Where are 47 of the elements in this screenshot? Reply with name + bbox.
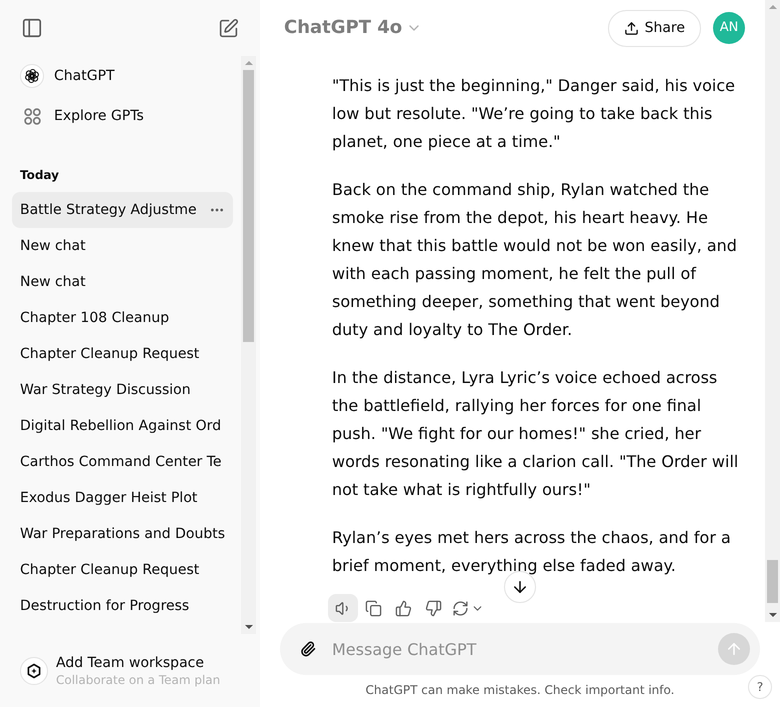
- scroll-down-arrow-icon[interactable]: [244, 625, 252, 629]
- scrollbar[interactable]: [241, 56, 256, 634]
- message-paragraph: In the distance, Lyra Lyric’s voice echoed across the battlefield, rallying her forces for one final push. "We fight for our homes!" she cried, her words resonating like a clarion call. "The Order will not take what is rightfully ours!": [332, 367, 740, 501]
- chat-history-item[interactable]: Carthos Command Center Te: [12, 444, 233, 480]
- help-button[interactable]: ?: [748, 675, 772, 699]
- team-workspace-title[interactable]: Add Team workspace: [56, 654, 220, 672]
- model-selector[interactable]: ChatGPT 4o: [284, 14, 422, 42]
- disclaimer-text: ChatGPT can make mistakes. Check important info.: [364, 682, 676, 698]
- scroll-down-arrow-icon[interactable]: [768, 613, 776, 617]
- chat-history-item[interactable]: Exodus Dagger Heist Plot: [12, 480, 233, 516]
- section-heading: Today: [19, 167, 60, 184]
- read-aloud-button[interactable]: [328, 594, 358, 622]
- scrollbar-thumb[interactable]: [243, 70, 254, 342]
- chat-history-item[interactable]: Battle Strategy Adjustme: [12, 192, 233, 228]
- chat-history-item[interactable]: War Strategy Discussion: [12, 372, 233, 408]
- sidebar-icon: [21, 17, 43, 39]
- paperclip-icon: [300, 639, 316, 659]
- arrow-down-icon: [511, 578, 529, 596]
- message-composer[interactable]: Message ChatGPT: [280, 623, 760, 675]
- share-button[interactable]: Share: [608, 10, 701, 46]
- upload-icon: [624, 20, 639, 36]
- message-paragraph: Back on the command ship, Rylan watched the smoke rise from the depot, his heart heavy. He knew that this battle would not be won easily, and with each passing moment, he felt the pull of something deeper, something that went beyond duty and loyalty to The Order.: [332, 179, 738, 341]
- chat-history-item[interactable]: New chat: [12, 264, 233, 300]
- copy-icon: [364, 600, 382, 616]
- thumbs-down-icon: [424, 600, 442, 616]
- chat-history-item[interactable]: Destruction for Progress: [12, 588, 233, 624]
- chat-history-item[interactable]: War Preparations and Doubts: [12, 516, 233, 552]
- new-chat-icon: [218, 18, 238, 38]
- scrollbar-thumb[interactable]: [767, 560, 778, 603]
- refresh-icon: [452, 600, 469, 616]
- message-paragraph: Rylan’s eyes met hers across the chaos, and for a brief moment, everything else faded away.: [332, 527, 732, 577]
- chat-history-item[interactable]: New chat: [12, 228, 233, 264]
- chatgpt-link[interactable]: ChatGPT: [12, 56, 233, 96]
- chat-history-item[interactable]: Digital Rebellion Against Ord: [12, 408, 233, 444]
- message-paragraph: "This is just the beginning," Danger said, his voice low but resolute. "We’re going to take back this planet, one piece at a time.": [332, 75, 736, 153]
- grid-dots-icon: [24, 108, 40, 124]
- explore-gpts-link[interactable]: Explore GPTs: [12, 96, 233, 136]
- message-input[interactable]: Message ChatGPT: [332, 633, 718, 665]
- thumbs-up-icon: [394, 600, 412, 616]
- logo-icon: [20, 64, 44, 88]
- scrollbar[interactable]: [765, 0, 780, 622]
- chat-history-item[interactable]: Chapter Cleanup Request: [12, 552, 233, 588]
- hexagon-badge-icon: [20, 656, 48, 684]
- chat-history-item[interactable]: Chapter Cleanup Request: [12, 336, 233, 372]
- sidebar-toggle-button[interactable]: [20, 16, 44, 40]
- team-workspace-subtitle: Collaborate on a Team plan: [56, 672, 220, 688]
- chat-history-item[interactable]: Chapter 108 Cleanup: [12, 300, 233, 336]
